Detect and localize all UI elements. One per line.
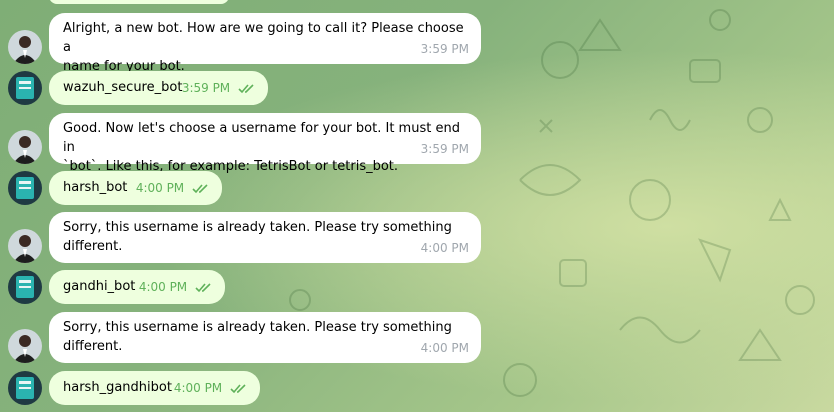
chat-area[interactable]: Alright, a new bot. How are we going to … <box>0 0 834 412</box>
message-status: 4:00 PM <box>136 179 210 198</box>
double-check-icon <box>195 282 211 292</box>
message-status: 4:00 PM <box>139 278 213 297</box>
user-avatar-icon[interactable] <box>8 371 42 405</box>
message-time: 4:00 PM <box>138 280 188 294</box>
incoming-message-bubble[interactable]: Alright, a new bot. How are we going to … <box>49 13 481 74</box>
outgoing-message-bubble[interactable]: harsh_bot 4:00 PM <box>49 171 222 205</box>
double-check-icon <box>238 83 254 93</box>
user-avatar-icon[interactable] <box>8 270 42 304</box>
message-time: 3:59 PM <box>420 42 469 56</box>
message-text-line: Sorry, this username is already taken. P… <box>63 220 452 235</box>
outgoing-message-bubble[interactable]: harsh_gandhibot 4:00 PM <box>49 371 260 405</box>
message-text-line: Alright, a new bot. How are we going to … <box>63 21 464 55</box>
message-time: 4:00 PM <box>135 181 185 195</box>
message-time: 4:00 PM <box>173 381 223 395</box>
message-text-line: different. <box>63 239 123 254</box>
incoming-message-bubble[interactable]: Sorry, this username is already taken. P… <box>49 312 481 363</box>
message-time: 4:00 PM <box>420 241 469 255</box>
bot-avatar-icon[interactable] <box>8 130 42 164</box>
outgoing-message-bubble[interactable]: gandhi_bot 4:00 PM <box>49 270 225 304</box>
outgoing-message-bubble[interactable]: wazuh_secure_bot 3:59 PM <box>49 71 268 105</box>
message-text-line: Sorry, this username is already taken. P… <box>63 320 452 335</box>
message-status: 3:59 PM <box>182 79 256 98</box>
double-check-icon <box>230 383 246 393</box>
user-avatar-icon[interactable] <box>8 171 42 205</box>
bot-avatar-icon[interactable] <box>8 30 42 64</box>
double-check-icon <box>192 183 208 193</box>
message-text-line: Good. Now let's choose a username for yo… <box>63 121 460 155</box>
message-text-line: different. <box>63 339 123 354</box>
bot-avatar-icon[interactable] <box>8 229 42 263</box>
message-time: 3:59 PM <box>181 81 231 95</box>
message-status: 4:00 PM <box>174 379 248 398</box>
user-avatar-icon[interactable] <box>8 71 42 105</box>
incoming-message-bubble[interactable]: Sorry, this username is already taken. P… <box>49 212 481 263</box>
incoming-message-bubble[interactable]: Good. Now let's choose a username for yo… <box>49 113 481 174</box>
message-time: 3:59 PM <box>420 142 469 156</box>
cropped-previous-message <box>49 0 229 4</box>
bot-avatar-icon[interactable] <box>8 329 42 363</box>
message-time: 4:00 PM <box>420 341 469 355</box>
